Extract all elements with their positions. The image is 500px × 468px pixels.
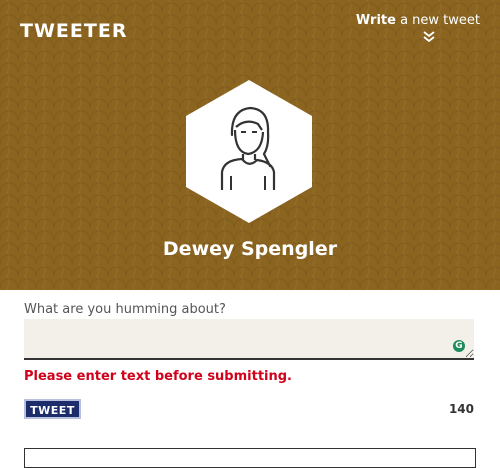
tweet-list-container (24, 448, 476, 468)
write-link-strong: Write (355, 13, 396, 28)
tweet-textarea[interactable] (24, 319, 474, 360)
profile-name: Dewey Spengler (162, 238, 338, 260)
double-chevron-down-icon[interactable] (422, 30, 436, 44)
write-link-rest: a new tweet (395, 13, 480, 28)
composer-label: What are you humming about? (24, 302, 226, 317)
tweet-button[interactable]: TWEET (24, 399, 81, 419)
grammarly-icon[interactable]: G (453, 340, 465, 352)
profile-header: TWEETER Write a new tweet Dewey Spengler (0, 0, 500, 290)
app-logo[interactable]: TWEETER (20, 20, 127, 42)
char-counter: 140 (448, 402, 474, 416)
woman-avatar-icon (186, 80, 312, 223)
write-new-tweet-link[interactable]: Write a new tweet (356, 13, 480, 28)
error-message: Please enter text before submitting. (24, 369, 292, 384)
